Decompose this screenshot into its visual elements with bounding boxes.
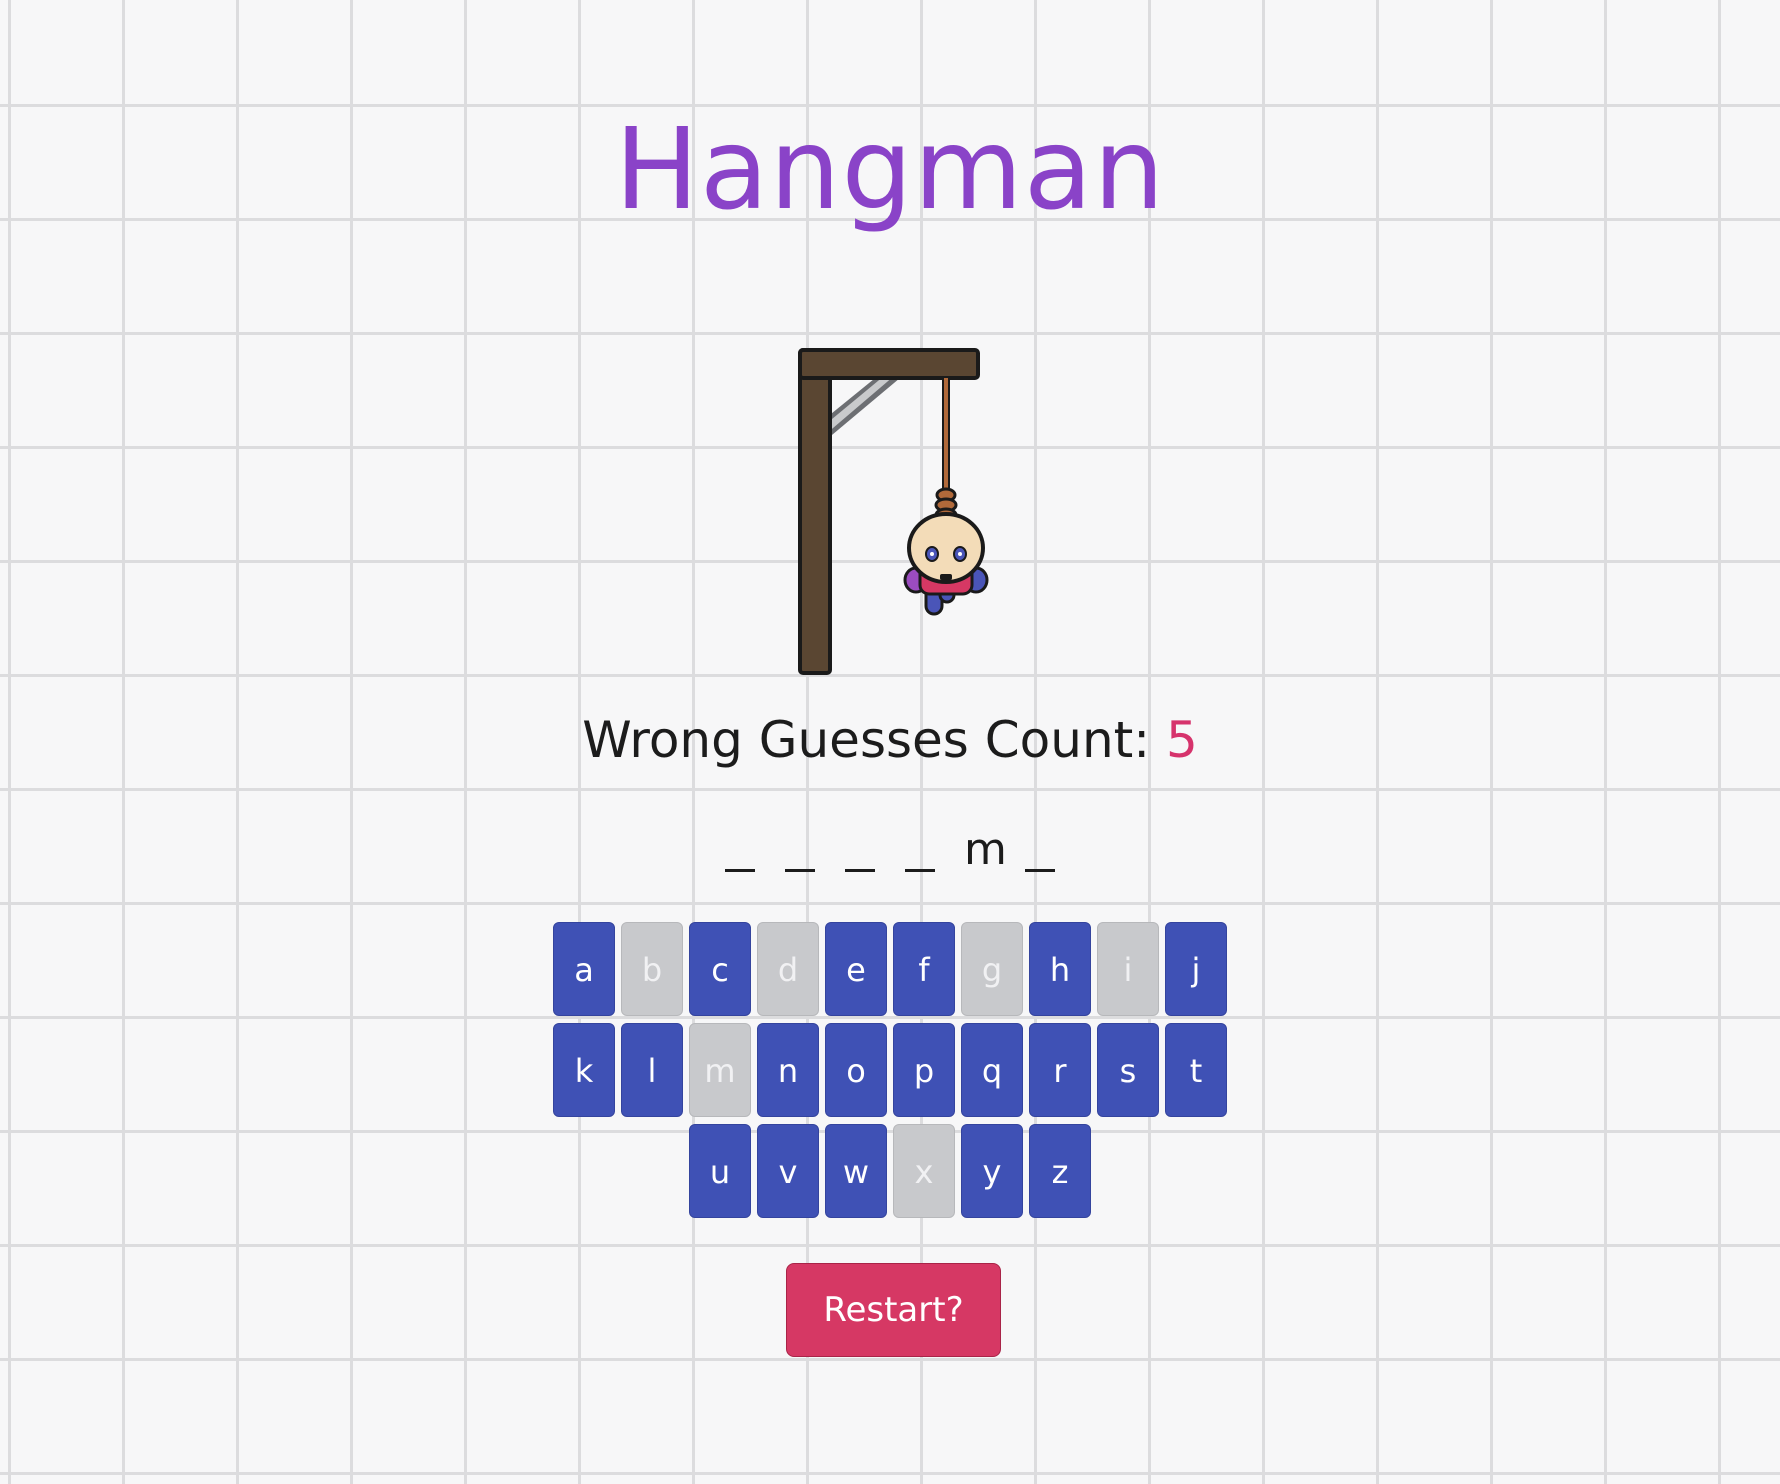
rope-icon: [934, 378, 958, 523]
figure-head: [907, 512, 985, 584]
key-o[interactable]: o: [825, 1023, 887, 1117]
key-m: m: [689, 1023, 751, 1117]
key-i: i: [1097, 922, 1159, 1016]
key-d: d: [757, 922, 819, 1016]
key-c[interactable]: c: [689, 922, 751, 1016]
key-p[interactable]: p: [893, 1023, 955, 1117]
wrong-guesses-label: Wrong Guesses Count:: [582, 711, 1151, 769]
key-f[interactable]: f: [893, 922, 955, 1016]
letter-slot: [1024, 820, 1056, 880]
key-b: b: [621, 922, 683, 1016]
keyboard-row: klmnopqrst: [0, 1023, 1780, 1117]
keyboard-row: abcdefghij: [0, 922, 1780, 1016]
wrong-guesses-count: 5: [1166, 711, 1198, 769]
keyboard-row: uvwxyz: [0, 1124, 1780, 1218]
key-g: g: [961, 922, 1023, 1016]
key-l[interactable]: l: [621, 1023, 683, 1117]
key-v[interactable]: v: [757, 1124, 819, 1218]
key-t[interactable]: t: [1165, 1023, 1227, 1117]
key-q[interactable]: q: [961, 1023, 1023, 1117]
key-z[interactable]: z: [1029, 1124, 1091, 1218]
letter-slot: [784, 820, 816, 880]
key-k[interactable]: k: [553, 1023, 615, 1117]
gallows-post: [798, 348, 832, 675]
key-u[interactable]: u: [689, 1124, 751, 1218]
key-w[interactable]: w: [825, 1124, 887, 1218]
letter-slot: m: [964, 824, 1007, 875]
wrong-guesses-status: Wrong Guesses Count: 5: [0, 705, 1780, 775]
key-a[interactable]: a: [553, 922, 615, 1016]
gallows-beam: [798, 348, 980, 380]
letter-slot: [904, 820, 936, 880]
letter-slot: [844, 820, 876, 880]
letter-keyboard: abcdefghijklmnopqrstuvwxyz: [0, 922, 1780, 1225]
key-r[interactable]: r: [1029, 1023, 1091, 1117]
key-h[interactable]: h: [1029, 922, 1091, 1016]
page-title: Hangman: [614, 105, 1166, 235]
key-n[interactable]: n: [757, 1023, 819, 1117]
key-j[interactable]: j: [1165, 922, 1227, 1016]
gallows-with-hanging-figure-icon: [798, 348, 989, 675]
key-s[interactable]: s: [1097, 1023, 1159, 1117]
key-y[interactable]: y: [961, 1124, 1023, 1218]
word-display: m: [0, 820, 1780, 880]
letter-slot: [724, 820, 756, 880]
key-e[interactable]: e: [825, 922, 887, 1016]
key-x: x: [893, 1124, 955, 1218]
restart-button[interactable]: Restart?: [786, 1263, 1001, 1357]
